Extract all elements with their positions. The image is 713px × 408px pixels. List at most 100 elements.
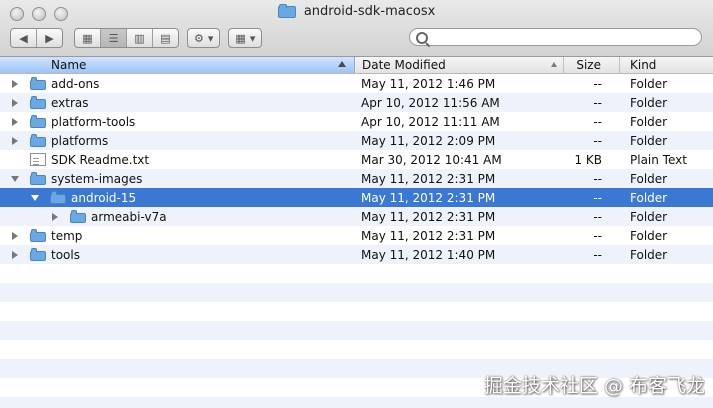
gear-icon: ⚙ xyxy=(194,31,204,45)
triangle-right-icon xyxy=(12,231,18,240)
file-size: -- xyxy=(593,76,602,91)
file-date-modified: May 11, 2012 2:31 PM xyxy=(361,209,496,224)
file-date-modified: May 11, 2012 1:40 PM xyxy=(361,247,496,262)
view-columns-button[interactable]: ▥ xyxy=(126,29,152,47)
file-row[interactable]: SDK Readme.txt Mar 30, 2012 10:41 AM 1 KB P… xyxy=(0,150,713,169)
search-input[interactable] xyxy=(430,30,701,44)
triangle-right-icon xyxy=(12,117,18,126)
column-header-size[interactable]: Size xyxy=(564,57,620,73)
file-row[interactable]: tools May 11, 2012 1:40 PM -- Folder xyxy=(0,245,713,264)
view-coverflow-icon: ▤ xyxy=(160,31,171,45)
file-date-modified: May 11, 2012 2:09 PM xyxy=(361,133,496,148)
forward-icon: ▶ xyxy=(45,31,54,45)
file-size: 1 KB xyxy=(574,152,602,167)
file-row[interactable]: platform-tools Apr 10, 2012 11:11 AM -- Fol… xyxy=(0,112,713,131)
folder-icon xyxy=(30,96,46,109)
file-date-modified: Mar 30, 2012 10:41 AM xyxy=(361,152,502,167)
disclosure-collapsed-icon[interactable] xyxy=(10,93,20,112)
file-date-modified: May 11, 2012 1:46 PM xyxy=(361,76,496,91)
empty-row xyxy=(0,302,713,321)
disclosure-collapsed-icon[interactable] xyxy=(10,131,20,150)
arrange-menu-button[interactable]: ▦ ▾ xyxy=(228,28,263,48)
file-name: add-ons xyxy=(51,76,100,91)
title-bar: android-sdk-macosx ◀ ▶ ▦ ☰ ▥ ▤ ⚙ ▾ ▦ ▾ xyxy=(0,0,713,57)
search-icon xyxy=(416,32,428,44)
back-button[interactable]: ◀ xyxy=(11,29,36,47)
file-name: SDK Readme.txt xyxy=(51,152,150,167)
file-kind: Folder xyxy=(630,76,668,91)
folder-icon xyxy=(30,77,46,90)
file-name: platforms xyxy=(51,133,109,148)
disclosure-expanded-icon[interactable] xyxy=(10,169,20,188)
disclosure-collapsed-icon[interactable] xyxy=(10,245,20,264)
file-size: -- xyxy=(593,247,602,262)
file-row[interactable]: platforms May 11, 2012 2:09 PM -- Folder xyxy=(0,131,713,150)
view-list-button[interactable]: ☰ xyxy=(100,29,126,47)
window-title-label: android-sdk-macosx xyxy=(303,4,436,19)
back-icon: ◀ xyxy=(19,31,28,45)
forward-button[interactable]: ▶ xyxy=(36,29,62,47)
window-title: android-sdk-macosx xyxy=(0,4,713,19)
file-name: armeabi-v7a xyxy=(91,209,167,224)
triangle-right-icon xyxy=(12,98,18,107)
file-kind: Folder xyxy=(630,95,668,110)
empty-row xyxy=(0,264,713,283)
triangle-down-icon xyxy=(11,175,19,182)
file-name: temp xyxy=(51,228,83,243)
folder-icon xyxy=(70,210,86,223)
file-date-modified: Apr 10, 2012 11:11 AM xyxy=(361,114,500,129)
file-kind: Folder xyxy=(630,114,668,129)
view-coverflow-button[interactable]: ▤ xyxy=(152,29,178,47)
triangle-right-icon xyxy=(12,250,18,259)
file-row[interactable]: android-15 May 11, 2012 2:31 PM -- Folder xyxy=(0,188,713,207)
column-header-kind[interactable]: Kind xyxy=(620,57,713,73)
file-kind: Folder xyxy=(630,247,668,262)
file-row[interactable]: armeabi-v7a May 11, 2012 2:31 PM -- Folder xyxy=(0,207,713,226)
folder-icon xyxy=(30,172,46,185)
column-header-name-label: Name xyxy=(51,58,87,72)
file-kind: Folder xyxy=(630,209,668,224)
disclosure-collapsed-icon[interactable] xyxy=(10,74,20,93)
folder-icon xyxy=(30,248,46,261)
toolbar: ◀ ▶ ▦ ☰ ▥ ▤ ⚙ ▾ ▦ ▾ xyxy=(10,28,263,48)
folder-icon xyxy=(30,134,46,147)
file-name: android-15 xyxy=(71,190,137,205)
column-header-name[interactable]: Name xyxy=(0,57,355,73)
file-row[interactable]: extras Apr 10, 2012 11:56 AM -- Folder xyxy=(0,93,713,112)
disclosure-collapsed-icon[interactable] xyxy=(10,226,20,245)
column-header-date[interactable]: Date Modified xyxy=(355,57,564,73)
file-size: -- xyxy=(593,114,602,129)
disclosure-expanded-icon[interactable] xyxy=(30,188,40,207)
column-sort-icon xyxy=(551,62,557,67)
file-row[interactable]: temp May 11, 2012 2:31 PM -- Folder xyxy=(0,226,713,245)
text-file-icon xyxy=(30,153,46,166)
file-row[interactable]: add-ons May 11, 2012 1:46 PM -- Folder xyxy=(0,74,713,93)
view-icons-button[interactable]: ▦ xyxy=(75,29,100,47)
file-kind: Folder xyxy=(630,228,668,243)
file-name: system-images xyxy=(51,171,143,186)
action-menu-button[interactable]: ⚙ ▾ xyxy=(187,28,221,48)
file-size: -- xyxy=(593,209,602,224)
column-header: Name Date Modified Size Kind xyxy=(0,57,713,74)
empty-row xyxy=(0,340,713,359)
view-icons-icon: ▦ xyxy=(82,31,93,45)
triangle-right-icon xyxy=(52,212,58,221)
arrange-icon: ▦ xyxy=(235,31,246,45)
search-field[interactable] xyxy=(409,28,702,46)
finder-window: android-sdk-macosx ◀ ▶ ▦ ☰ ▥ ▤ ⚙ ▾ ▦ ▾ N… xyxy=(0,0,713,408)
folder-icon xyxy=(30,115,46,128)
chevron-down-icon: ▾ xyxy=(249,31,256,45)
column-header-date-label: Date Modified xyxy=(362,58,446,72)
file-date-modified: May 11, 2012 2:31 PM xyxy=(361,171,496,186)
file-size: -- xyxy=(593,95,602,110)
file-name: platform-tools xyxy=(51,114,136,129)
view-mode-control: ▦ ☰ ▥ ▤ xyxy=(74,28,179,48)
file-date-modified: May 11, 2012 2:31 PM xyxy=(361,190,496,205)
file-row[interactable]: system-images May 11, 2012 2:31 PM -- Folde… xyxy=(0,169,713,188)
disclosure-collapsed-icon[interactable] xyxy=(50,207,60,226)
folder-icon xyxy=(50,191,66,204)
file-size: -- xyxy=(593,171,602,186)
file-name: tools xyxy=(51,247,80,262)
disclosure-collapsed-icon[interactable] xyxy=(10,112,20,131)
sort-ascending-icon xyxy=(338,61,346,67)
